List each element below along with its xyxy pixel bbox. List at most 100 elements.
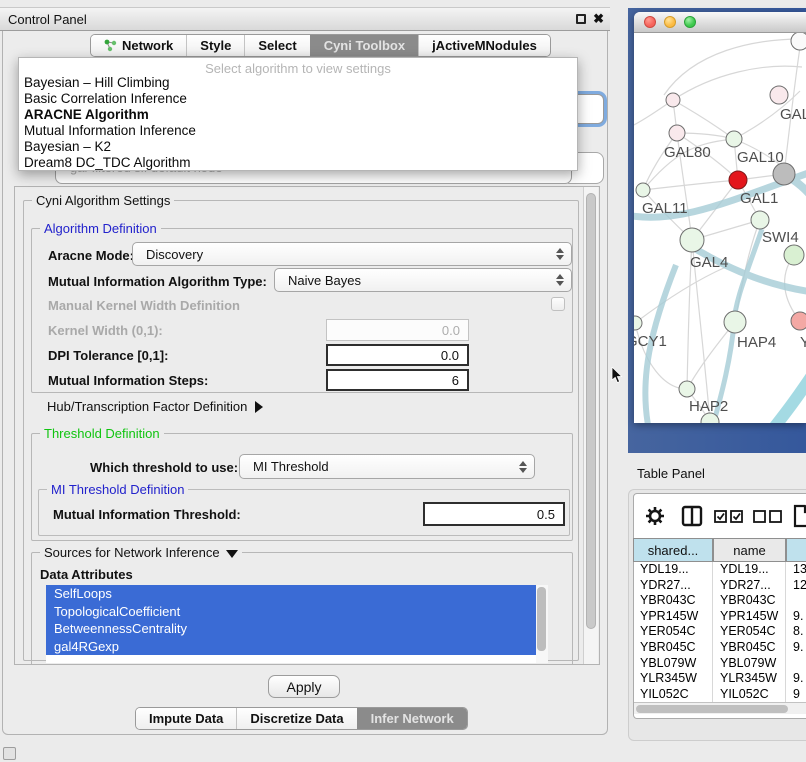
node-GAL[interactable] bbox=[770, 86, 788, 104]
table-cell[interactable]: YBR043C bbox=[633, 593, 713, 609]
gear-icon[interactable] bbox=[645, 505, 665, 527]
table-cell[interactable]: YBL079W bbox=[633, 656, 713, 672]
which-threshold-combo[interactable]: MI Threshold bbox=[239, 454, 535, 479]
data-attribute-item[interactable]: gal4RGexp bbox=[46, 638, 536, 656]
list-scrollbar[interactable] bbox=[536, 585, 548, 663]
footer-partial-button[interactable] bbox=[3, 747, 16, 760]
node-unlabeled[interactable] bbox=[666, 93, 680, 107]
node-GAL10[interactable] bbox=[726, 131, 742, 147]
column-header-partial[interactable] bbox=[786, 538, 806, 562]
algorithm-option[interactable]: Bayesian – Hill Climbing bbox=[19, 75, 577, 91]
table-cell[interactable]: YDR27... bbox=[713, 578, 786, 594]
table-cell[interactable]: YDL19... bbox=[633, 562, 713, 578]
table-cell[interactable]: YBR045C bbox=[633, 640, 713, 656]
network-window[interactable]: GALGAL80GAL10GAL1GAL11SWI4GAL4GCY1HAP4YH… bbox=[634, 12, 806, 423]
node-unlabeled[interactable] bbox=[784, 245, 804, 265]
node-GAL4[interactable] bbox=[680, 228, 704, 252]
table-cell[interactable]: 13 bbox=[786, 562, 806, 578]
table-cell[interactable]: 9. bbox=[786, 671, 806, 687]
settings-vertical-scrollbar[interactable] bbox=[583, 187, 598, 664]
dpi-tolerance-label: DPI Tolerance [0,1]: bbox=[48, 348, 168, 363]
node-label-Y: Y bbox=[800, 334, 806, 351]
table-cell[interactable]: YIL052C bbox=[713, 687, 786, 702]
table-cell[interactable]: YDR27... bbox=[633, 578, 713, 594]
algorithm-definition-group: Algorithm Definition Aracne Mode: Discov… bbox=[31, 228, 573, 393]
float-panel-icon[interactable] bbox=[576, 14, 586, 24]
table-row: YDR27...YDR27...12 bbox=[633, 578, 806, 594]
data-attributes-label: Data Attributes bbox=[40, 567, 133, 582]
node-GAL11[interactable] bbox=[636, 183, 650, 197]
algorithm-option[interactable]: Bayesian – K2 bbox=[19, 139, 577, 155]
table-cell[interactable]: YDL19... bbox=[713, 562, 786, 578]
node-SWI4[interactable] bbox=[751, 211, 769, 229]
table-cell[interactable]: YPR145W bbox=[713, 609, 786, 625]
mi-algorithm-type-combo[interactable]: Naive Bayes bbox=[274, 268, 572, 292]
tab-style[interactable]: Style bbox=[186, 35, 244, 56]
threshold-definition-group: Threshold Definition Which threshold to … bbox=[31, 433, 573, 541]
manual-kernel-width-checkbox[interactable] bbox=[551, 297, 565, 311]
column-header-name[interactable]: name bbox=[713, 538, 786, 562]
table-cell[interactable]: YER054C bbox=[633, 624, 713, 640]
node-label-SWI4: SWI4 bbox=[762, 229, 799, 246]
tab-select[interactable]: Select bbox=[244, 35, 309, 56]
table-cell[interactable]: YBR043C bbox=[713, 593, 786, 609]
node-Y[interactable] bbox=[791, 312, 806, 330]
aracne-mode-combo[interactable]: Discovery bbox=[132, 242, 572, 266]
kernel-width-field[interactable]: 0.0 bbox=[326, 319, 469, 341]
column-header-shared[interactable]: shared... bbox=[633, 538, 713, 562]
table-cell[interactable]: YLR345W bbox=[713, 671, 786, 687]
tab-impute-data[interactable]: Impute Data bbox=[136, 708, 236, 729]
kernel-width-label: Kernel Width (0,1): bbox=[48, 323, 163, 338]
zoom-window-icon[interactable] bbox=[684, 16, 696, 28]
table-cell[interactable]: 9 bbox=[786, 687, 806, 702]
apply-button[interactable]: Apply bbox=[268, 675, 340, 698]
algorithm-option[interactable]: Mutual Information Inference bbox=[19, 123, 577, 139]
table-cell[interactable]: YBR045C bbox=[713, 640, 786, 656]
table-cell[interactable]: YLR345W bbox=[633, 671, 713, 687]
table-cell[interactable]: 12 bbox=[786, 578, 806, 594]
data-attribute-item[interactable]: BetweennessCentrality bbox=[46, 620, 536, 638]
algorithm-option[interactable]: Dream8 DC_TDC Algorithm bbox=[19, 155, 577, 171]
node-HAP4[interactable] bbox=[724, 311, 746, 333]
network-canvas[interactable]: GALGAL80GAL10GAL1GAL11SWI4GAL4GCY1HAP4YH… bbox=[634, 33, 806, 423]
table-cell[interactable]: YER054C bbox=[713, 624, 786, 640]
mi-threshold-field[interactable]: 0.5 bbox=[423, 502, 565, 526]
node-unlabeled[interactable] bbox=[773, 163, 795, 185]
table-cell[interactable] bbox=[786, 593, 806, 609]
tab-network[interactable]: Network bbox=[91, 35, 186, 56]
checked-boxes-icon[interactable] bbox=[714, 510, 744, 524]
split-columns-icon[interactable] bbox=[681, 505, 703, 527]
data-attribute-item[interactable]: TopologicalCoefficient bbox=[46, 603, 536, 621]
node-HAP2[interactable] bbox=[679, 381, 695, 397]
table-cell[interactable]: YPR145W bbox=[633, 609, 713, 625]
minimize-window-icon[interactable] bbox=[664, 16, 676, 28]
tab-infer-network[interactable]: Infer Network bbox=[357, 708, 467, 729]
tab-cyni-toolbox[interactable]: Cyni Toolbox bbox=[310, 35, 418, 56]
data-attribute-item[interactable]: SelfLoops bbox=[46, 585, 536, 603]
table-cell[interactable]: 9. bbox=[786, 609, 806, 625]
algorithm-option[interactable]: ARACNE Algorithm bbox=[19, 107, 577, 123]
hub-definition-expander[interactable]: Hub/Transcription Factor Definition bbox=[47, 399, 263, 414]
network-icon bbox=[104, 39, 117, 52]
table-cell[interactable]: YIL052C bbox=[633, 687, 713, 702]
node-GAL1[interactable] bbox=[729, 171, 747, 189]
threshold-definition-title: Threshold Definition bbox=[40, 426, 164, 441]
tab-jactivemnodules[interactable]: jActiveMNodules bbox=[418, 35, 550, 56]
node-GAL80[interactable] bbox=[669, 125, 685, 141]
tab-discretize-data[interactable]: Discretize Data bbox=[236, 708, 356, 729]
table-cell[interactable]: 9. bbox=[786, 640, 806, 656]
close-panel-icon[interactable]: ✖ bbox=[593, 14, 604, 24]
table-cell[interactable] bbox=[786, 656, 806, 672]
algorithm-option[interactable]: Basic Correlation Inference bbox=[19, 91, 577, 107]
table-cell[interactable]: 8. bbox=[786, 624, 806, 640]
dpi-tolerance-field[interactable]: 0.0 bbox=[326, 344, 469, 366]
node-unlabeled[interactable] bbox=[791, 33, 806, 50]
table-horizontal-scrollbar[interactable] bbox=[634, 702, 806, 714]
sources-group-title[interactable]: Sources for Network Inference bbox=[40, 545, 242, 560]
mi-steps-field[interactable]: 6 bbox=[326, 369, 469, 391]
document-icon[interactable] bbox=[793, 504, 806, 528]
tab-label: Cyni Toolbox bbox=[324, 38, 405, 53]
table-cell[interactable]: YBL079W bbox=[713, 656, 786, 672]
close-window-icon[interactable] bbox=[644, 16, 656, 28]
unchecked-boxes-icon[interactable] bbox=[753, 510, 783, 524]
